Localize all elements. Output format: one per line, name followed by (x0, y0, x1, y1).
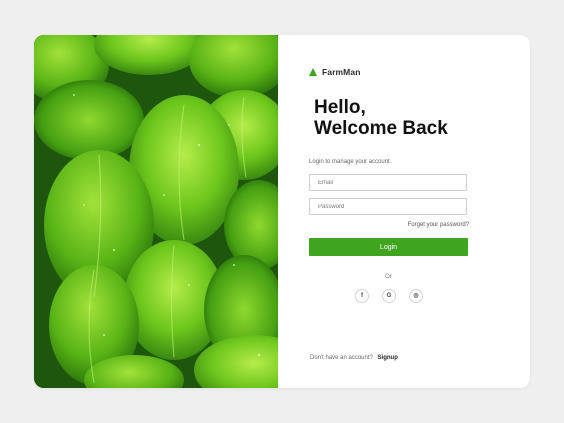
brand: FarmMan (309, 67, 361, 77)
title-line-2: Welcome Back (314, 118, 448, 139)
or-divider: Or (385, 274, 392, 280)
facebook-login-button[interactable]: f (355, 289, 369, 303)
facebook-icon: f (361, 293, 363, 299)
email-field[interactable] (309, 174, 467, 191)
password-field[interactable] (309, 198, 467, 215)
brand-name: FarmMan (322, 67, 361, 77)
login-card: FarmMan Hello, Welcome Back Login to man… (34, 35, 530, 388)
signup-link[interactable]: Signup (378, 355, 398, 361)
login-button[interactable]: Login (309, 238, 468, 256)
login-panel: FarmMan Hello, Welcome Back Login to man… (278, 35, 530, 388)
forgot-password-link[interactable]: Forget your password? (408, 222, 469, 228)
google-login-button[interactable]: G (382, 289, 396, 303)
lettuce-hero-image (34, 35, 278, 388)
signup-prompt-text: Don't have an account? (310, 355, 373, 361)
signup-prompt: Don't have an account? Signup (310, 355, 398, 361)
triangle-logo-icon (309, 68, 317, 76)
login-subtitle: Login to manage your account. (309, 159, 392, 165)
google-icon: G (386, 293, 392, 299)
instagram-login-button[interactable]: ◎ (409, 289, 423, 303)
instagram-icon: ◎ (413, 293, 419, 299)
title-line-1: Hello, (314, 97, 366, 118)
page-title: Hello, Welcome Back (314, 97, 448, 139)
